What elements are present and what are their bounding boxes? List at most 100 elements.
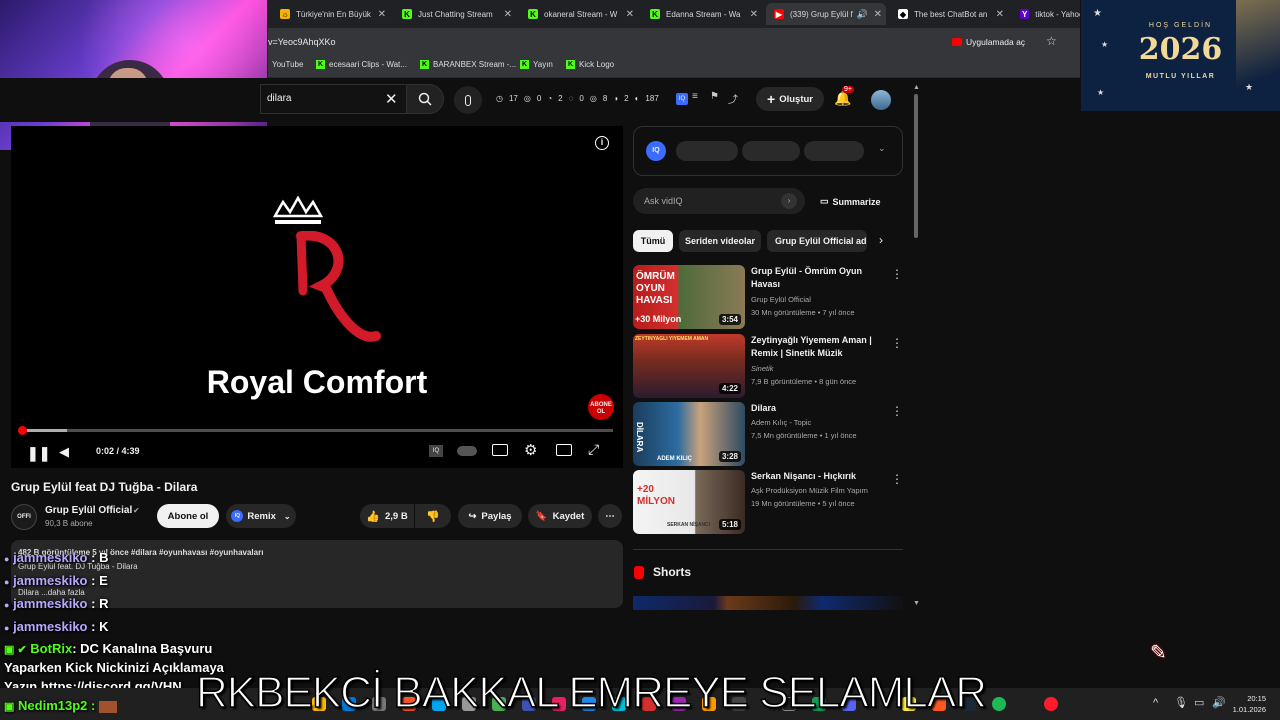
autoplay-toggle[interactable]: [457, 446, 477, 456]
scrollbar[interactable]: ▲ ▼: [912, 84, 920, 612]
chevron-down-icon[interactable]: ⌄: [878, 143, 886, 154]
bookmark-item[interactable]: K Kick Logo: [566, 60, 614, 69]
bookmark-item[interactable]: K Yayın: [520, 60, 553, 69]
vidiq-icon[interactable]: IQ: [429, 445, 443, 457]
url-text[interactable]: v=Yeoc9AhqXKo: [268, 37, 335, 47]
close-icon[interactable]: ✕: [626, 9, 634, 20]
spotify-icon[interactable]: [992, 697, 1006, 711]
video-thumbnail[interactable]: ÖMRÜM OYUN HAVASI +30 Milyon 3:54: [633, 265, 745, 329]
chevron-down-icon: ⌄: [283, 511, 291, 521]
close-icon[interactable]: ✕: [504, 9, 512, 20]
microphone-icon[interactable]: 🎙: [1174, 696, 1188, 709]
shorts-thumbnail-strip[interactable]: [633, 596, 903, 610]
ask-vidiq-input[interactable]: Ask vidIQ ›: [633, 188, 805, 214]
speaker-icon[interactable]: 🔊: [857, 9, 868, 20]
dislike-button[interactable]: 👎: [415, 504, 451, 528]
rec-title[interactable]: Grup Eylül - Ömrüm Oyun Havası: [751, 265, 886, 291]
save-button[interactable]: 🔖 Kaydet: [528, 504, 592, 528]
volume-icon[interactable]: ◀: [59, 444, 69, 460]
summarize-button[interactable]: ▭ Summarize: [820, 196, 881, 207]
open-in-app-button[interactable]: Uygulamada aç: [952, 34, 1025, 50]
comment-icon: ◔: [547, 94, 553, 103]
remix-button[interactable]: IQ Remix ⌄: [226, 504, 296, 528]
more-vert-icon[interactable]: ⋮: [891, 267, 903, 281]
more-vert-icon[interactable]: ⋮: [891, 404, 903, 418]
browser-tab[interactable]: ☼ Türkiye'nin En Büyük ✕: [272, 3, 390, 25]
bookmark-item[interactable]: YouTube: [272, 60, 303, 69]
subtitles-icon[interactable]: [492, 444, 508, 456]
list-item[interactable]: ZEYTINYAĞLI YİYEMEM AMAN 4:22 Zeytinyağl…: [633, 334, 903, 398]
video-thumbnail[interactable]: DİLARA ADEM KILIÇ 3:28: [633, 402, 745, 466]
browser-tab[interactable]: Ytiktok - Yahoo: [1012, 3, 1080, 25]
settings-icon[interactable]: ⚙: [524, 441, 537, 459]
send-icon[interactable]: ›: [781, 193, 797, 209]
chip-series[interactable]: Seriden videolar: [679, 230, 761, 252]
browser-tab[interactable]: K Edanna Stream - Wa ✕: [642, 3, 762, 25]
clock-time: 20:15: [1247, 694, 1266, 703]
close-icon[interactable]: ✕: [874, 9, 882, 20]
list-icon[interactable]: ≡: [692, 91, 698, 102]
share-button[interactable]: ↪ Paylaş: [458, 504, 522, 528]
subscribe-badge[interactable]: ABONE OL: [588, 394, 614, 420]
chevron-up-icon[interactable]: ^: [1153, 697, 1158, 709]
channel-avatar[interactable]: OFFI: [11, 504, 37, 530]
fullscreen-icon[interactable]: ⤢: [588, 441, 599, 458]
rec-channel[interactable]: Sinetik: [751, 364, 774, 373]
rec-title[interactable]: Serkan Nişancı - Hıçkırık: [751, 470, 886, 483]
share-icon[interactable]: ⤴: [728, 91, 738, 106]
avatar[interactable]: [871, 90, 891, 110]
scroll-down-icon[interactable]: ▼: [913, 600, 920, 607]
video-player[interactable]: i Royal Comfort ABONE OL ❚❚ ◀ 0:02 / 4:3…: [11, 126, 623, 468]
progress-bar[interactable]: [18, 426, 613, 435]
subscribe-button[interactable]: Abone ol: [157, 504, 219, 528]
like-button[interactable]: 👍 2,9 B: [360, 504, 414, 528]
rec-channel[interactable]: Aşk Prodüksiyon Müzik Film Yapım: [751, 486, 868, 495]
close-icon[interactable]: ✕: [996, 9, 1004, 20]
info-icon[interactable]: i: [595, 136, 609, 150]
chip-all[interactable]: Tümü: [633, 230, 673, 252]
clear-search-icon[interactable]: ✕: [385, 90, 398, 108]
search-input[interactable]: dilara ✕: [260, 84, 408, 114]
speaker-icon[interactable]: 🔊: [1212, 696, 1226, 709]
opera-icon[interactable]: [1044, 697, 1058, 711]
voice-search-button[interactable]: [454, 86, 482, 114]
notifications-button[interactable]: 🔔 9+: [834, 86, 854, 108]
browser-tab[interactable]: K Just Chatting Stream ✕: [394, 3, 516, 25]
more-vert-icon[interactable]: ⋮: [891, 472, 903, 486]
rec-title[interactable]: Zeytinyağlı Yiyemem Aman | Remix | Sinet…: [751, 334, 886, 360]
vidiq-icon[interactable]: IQ: [676, 93, 688, 105]
rec-channel[interactable]: Grup Eylül Official: [751, 295, 811, 304]
chip-channel[interactable]: Grup Eylül Official ad: [767, 230, 867, 252]
rec-title[interactable]: Dilara: [751, 402, 886, 415]
flag-icon[interactable]: ⚑: [710, 91, 719, 102]
star-icon[interactable]: ☆: [1046, 34, 1057, 48]
browser-tab[interactable]: Kokaneral Stream - W ✕: [520, 3, 638, 25]
miniplayer-icon[interactable]: [556, 444, 572, 456]
close-icon[interactable]: ✕: [750, 9, 758, 20]
clock[interactable]: 20:15 1.01.2026: [1232, 693, 1266, 715]
browser-tab-active[interactable]: ▶ (339) Grup Eylül f 🔊 ✕: [766, 3, 886, 25]
video-thumbnail[interactable]: ZEYTINYAĞLI YİYEMEM AMAN 4:22: [633, 334, 745, 398]
chevron-right-icon[interactable]: ›: [879, 233, 883, 247]
bookmark-item[interactable]: Kecesaari Clips - Wat...: [316, 60, 407, 69]
search-button[interactable]: [406, 84, 444, 114]
scrubber-handle[interactable]: [18, 426, 27, 435]
rec-channel[interactable]: Adem Kılıç - Topic: [751, 418, 811, 427]
create-button[interactable]: + Oluştur: [756, 87, 824, 111]
more-actions-button[interactable]: ⋯: [598, 504, 622, 528]
list-item[interactable]: DİLARA ADEM KILIÇ 3:28 Dilara Adem Kılıç…: [633, 402, 903, 466]
close-icon[interactable]: ✕: [378, 9, 386, 20]
list-item[interactable]: +20 MİLYON SERKAN NİŞANCI 5:18 Serkan Ni…: [633, 470, 903, 534]
video-thumbnail[interactable]: +20 MİLYON SERKAN NİŞANCI 5:18: [633, 470, 745, 534]
bookmark-item[interactable]: K BARANBEX Stream -...: [420, 60, 516, 69]
pause-icon[interactable]: ❚❚: [27, 445, 50, 462]
display-icon[interactable]: ▭: [1194, 696, 1204, 709]
share-icon: ↪: [468, 510, 477, 522]
badge-icon: ●: [4, 554, 10, 564]
list-item[interactable]: ÖMRÜM OYUN HAVASI +30 Milyon 3:54 Grup E…: [633, 265, 903, 329]
channel-name[interactable]: Grup Eylül Official: [45, 505, 132, 516]
scroll-up-icon[interactable]: ▲: [913, 84, 920, 91]
more-vert-icon[interactable]: ⋮: [891, 336, 903, 350]
scrollbar-thumb[interactable]: [914, 94, 918, 238]
browser-tab[interactable]: ◆ The best ChatBot an ✕: [890, 3, 1008, 25]
